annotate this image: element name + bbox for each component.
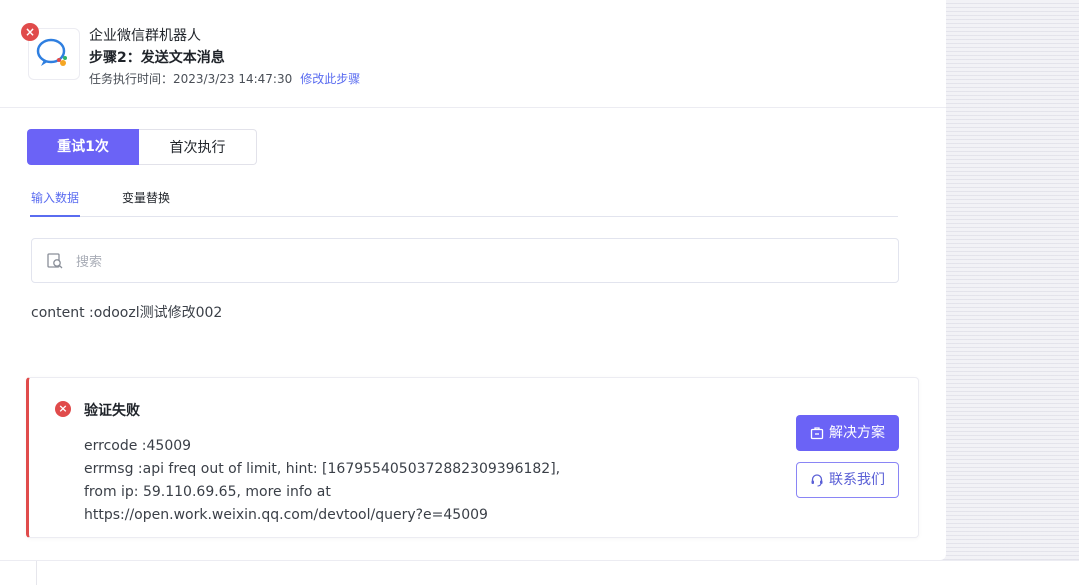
solution-button-label: 解决方案 <box>829 425 885 441</box>
bottom-strip <box>0 560 1079 585</box>
step-title: 步骤2：发送文本消息 <box>89 50 225 66</box>
error-title: 验证失败 <box>84 403 140 419</box>
exec-time-label: 任务执行时间：2023/3/23 14:47:30 <box>89 72 293 86</box>
error-message: errcode :45009 errmsg :api freq out of l… <box>84 435 560 527</box>
error-line: from ip: 59.110.69.65, more info at <box>84 484 331 500</box>
exec-time: 任务执行时间：2023/3/23 14:47:30 修改此步骤 <box>89 70 360 87</box>
first-run-segment[interactable]: 首次执行 <box>139 129 257 165</box>
content-value: content :odoozl测试修改002 <box>31 305 223 321</box>
solution-button[interactable]: 解决方案 <box>796 415 899 451</box>
tabs-baseline <box>30 216 898 217</box>
edit-step-link[interactable]: 修改此步骤 <box>300 72 360 86</box>
error-icon: × <box>55 401 71 417</box>
task-detail-panel: × 企业微信群机器人 步骤2：发送文本消息 任务执行时间：2023/3/23 1… <box>0 0 946 560</box>
error-line: errmsg :api freq out of limit, hint: [16… <box>84 461 561 477</box>
tab-input-data[interactable]: 输入数据 <box>31 189 79 206</box>
contact-button[interactable]: 联系我们 <box>796 462 899 498</box>
contact-button-label: 联系我们 <box>829 472 885 488</box>
active-tab-indicator <box>30 215 80 217</box>
search-icon <box>47 253 63 269</box>
error-line: errcode :45009 <box>84 438 192 454</box>
header-divider <box>0 107 946 108</box>
search-box <box>31 238 899 283</box>
validation-error-card: × 验证失败 errcode :45009 errmsg :api freq o… <box>26 377 919 538</box>
search-input[interactable] <box>74 249 878 275</box>
tab-variable-replace[interactable]: 变量替换 <box>122 189 170 206</box>
headset-icon <box>811 474 823 487</box>
app-name: 企业微信群机器人 <box>89 28 201 44</box>
error-line: https://open.work.weixin.qq.com/devtool/… <box>84 507 488 523</box>
solution-icon <box>810 427 824 440</box>
bottom-divider <box>36 561 37 585</box>
retry-segment[interactable]: 重试1次 <box>27 129 139 165</box>
step-error-badge: × <box>21 23 39 41</box>
